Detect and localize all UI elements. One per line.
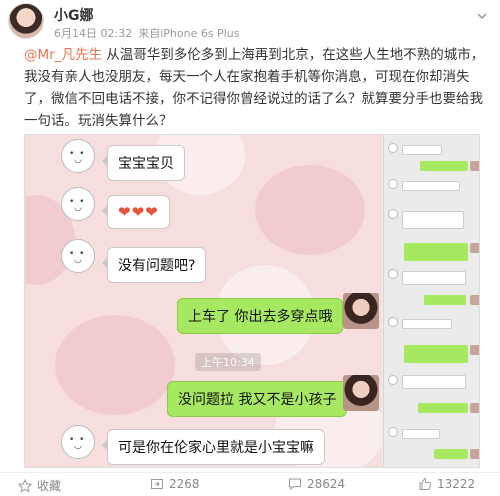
like-button[interactable]: 13222 bbox=[418, 477, 475, 491]
post-meta: 6月14日 02:32 来自iPhone 6s Plus bbox=[54, 25, 245, 41]
star-icon bbox=[18, 478, 32, 493]
post-header: 小G娜 6月14日 02:32 来自iPhone 6s Plus bbox=[0, 0, 500, 42]
favorite-label: 收藏 bbox=[37, 479, 62, 493]
comment-count: 28624 bbox=[307, 477, 346, 491]
contact-avatar bbox=[61, 425, 95, 459]
comment-icon bbox=[289, 478, 301, 491]
chat-side-panel bbox=[383, 135, 479, 467]
post-source: 来自iPhone 6s Plus bbox=[138, 27, 240, 40]
repost-icon bbox=[151, 479, 163, 489]
contact-avatar bbox=[61, 187, 95, 221]
chat-timestamp: 上午10:34 bbox=[195, 353, 261, 371]
author-avatar[interactable] bbox=[8, 3, 44, 39]
repost-button[interactable]: 2268 bbox=[150, 477, 200, 491]
favorite-button[interactable]: 收藏 bbox=[18, 477, 61, 494]
post-date: 6月14日 02:32 bbox=[54, 27, 133, 40]
user-avatar bbox=[343, 293, 379, 329]
user-avatar bbox=[343, 375, 379, 411]
author-name[interactable]: 小G娜 bbox=[54, 5, 94, 25]
chat-main-panel: 宝宝宝贝 ❤❤❤ 没有问题吧? 上车了 你出去多穿点哦 上午10:34 没问题拉… bbox=[25, 135, 382, 467]
message-bubble-outgoing: 上车了 你出去多穿点哦 bbox=[177, 298, 349, 334]
contact-avatar bbox=[61, 139, 95, 173]
message-bubble-incoming: 宝宝宝贝 bbox=[102, 145, 185, 181]
thumbs-up-icon bbox=[419, 477, 432, 490]
contact-avatar bbox=[61, 239, 95, 273]
mention-link[interactable]: @Mr_凡先生 bbox=[24, 47, 102, 63]
message-bubble-outgoing: 没问题拉 我又不是小孩子 bbox=[167, 381, 353, 417]
repost-count: 2268 bbox=[169, 477, 200, 491]
message-bubble-incoming: 没有问题吧? bbox=[101, 247, 207, 283]
comment-button[interactable]: 28624 bbox=[288, 477, 345, 491]
chat-screenshot[interactable]: 宝宝宝贝 ❤❤❤ 没有问题吧? 上车了 你出去多穿点哦 上午10:34 没问题拉… bbox=[24, 134, 480, 468]
chevron-down-icon[interactable] bbox=[476, 10, 488, 22]
post-actions: 收藏 2268 28624 13222 bbox=[0, 472, 500, 496]
message-bubble-incoming: ❤❤❤ bbox=[102, 195, 170, 229]
like-count: 13222 bbox=[437, 477, 476, 491]
message-bubble-incoming: 可是你在伦家心里就是小宝宝嘛 bbox=[102, 429, 325, 465]
post-body: @Mr_凡先生 从温哥华到多伦多到上海再到北京，在这些人生地不熟的城市，我没有亲… bbox=[24, 44, 492, 132]
